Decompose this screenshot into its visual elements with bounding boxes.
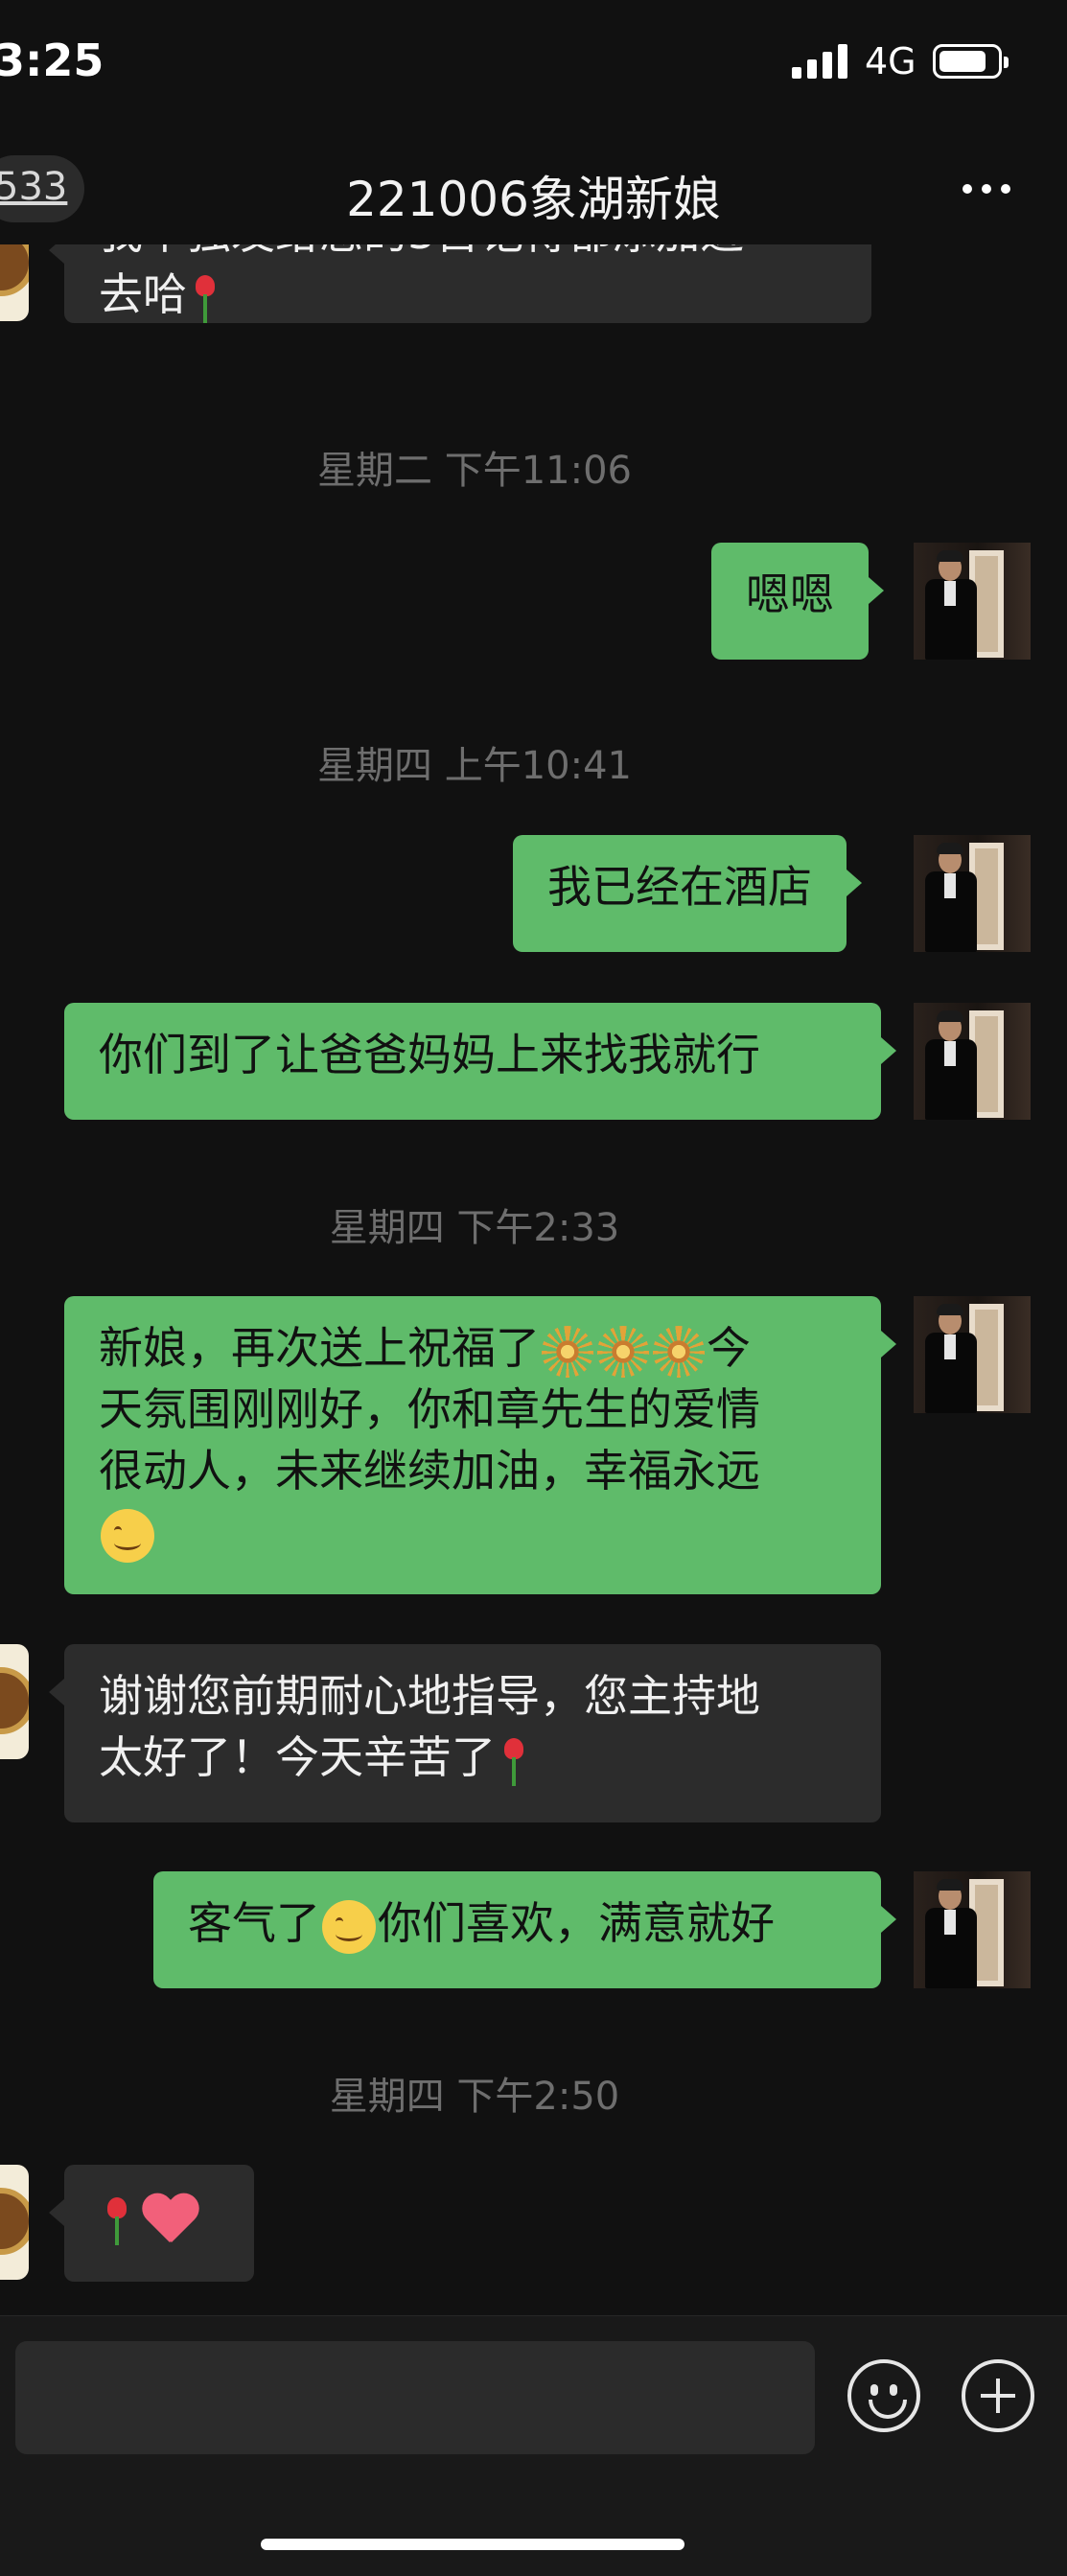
message-bubble-outgoing[interactable]: 嗯嗯 bbox=[711, 543, 884, 660]
message-text: 太好了！今天辛苦了 bbox=[99, 1731, 496, 1783]
firework-emoji bbox=[542, 1325, 593, 1378]
message-bubble-incoming[interactable]: 谢谢您前期耐心地指导，您主持地 太好了！今天辛苦了 bbox=[49, 1644, 881, 1822]
message-bubble-outgoing[interactable]: 我已经在酒店 bbox=[513, 835, 862, 952]
message-bubble-incoming[interactable]: 我单独发给您的3首记得都添加进 去哈 bbox=[49, 244, 871, 323]
firework-emoji bbox=[597, 1325, 649, 1378]
message-text: 我单独发给您的3首记得都添加进 bbox=[99, 244, 837, 264]
timestamp: 星期二 下午11:06 bbox=[317, 449, 632, 493]
timestamp: 星期四 下午2:33 bbox=[329, 1206, 620, 1250]
message-text: 你们喜欢，满意就好 bbox=[378, 1897, 775, 1949]
message-text: 很动人，未来继续加油，幸福永远 bbox=[99, 1445, 760, 1497]
rose-emoji bbox=[191, 273, 220, 323]
my-avatar[interactable] bbox=[914, 1871, 1031, 1988]
rose-emoji bbox=[499, 1736, 528, 1786]
message-bubble-incoming[interactable] bbox=[49, 2165, 254, 2282]
smile-emoji bbox=[322, 1899, 376, 1954]
message-input[interactable] bbox=[15, 2341, 815, 2454]
message-text: 嗯嗯 bbox=[746, 569, 834, 620]
message-text: 我已经在酒店 bbox=[547, 861, 812, 913]
message-text: 天氛围刚刚好，你和章先生的爱情 bbox=[99, 1383, 760, 1435]
more-icon[interactable] bbox=[959, 178, 1016, 197]
contact-avatar[interactable] bbox=[0, 244, 29, 321]
battery-icon bbox=[933, 44, 1009, 79]
message-bubble-outgoing[interactable]: 你们到了让爸爸妈妈上来找我就行 bbox=[64, 1003, 896, 1120]
home-indicator bbox=[261, 2539, 684, 2550]
my-avatar[interactable] bbox=[914, 543, 1031, 660]
chat-title: 221006象湖新娘 bbox=[346, 172, 721, 227]
smile-emoji bbox=[101, 1508, 154, 1563]
message-bubble-outgoing[interactable]: 新娘，再次送上祝福了 今 天氛围刚刚好，你和章先生的爱情 很动人，未来继续加油，幸… bbox=[64, 1296, 896, 1594]
emoji-icon[interactable] bbox=[847, 2359, 920, 2432]
rose-emoji bbox=[103, 2195, 131, 2245]
my-avatar[interactable] bbox=[914, 835, 1031, 952]
message-text: 你们到了让爸爸妈妈上来找我就行 bbox=[99, 1029, 760, 1080]
contact-avatar[interactable] bbox=[0, 1644, 29, 1759]
firework-emoji bbox=[653, 1325, 705, 1378]
plus-icon[interactable] bbox=[962, 2359, 1034, 2432]
status-time: 3:25 bbox=[0, 35, 104, 86]
contact-avatar[interactable] bbox=[0, 2165, 29, 2280]
message-text: 客气了 bbox=[188, 1897, 320, 1949]
message-text: 今 bbox=[707, 1322, 751, 1374]
message-list[interactable]: 我单独发给您的3首记得都添加进 去哈 星期二 下午11:06 嗯嗯 星期四 上午… bbox=[0, 244, 1067, 2315]
message-bubble-outgoing[interactable]: 客气了 你们喜欢，满意就好 bbox=[153, 1871, 896, 1988]
timestamp: 星期四 上午10:41 bbox=[317, 744, 632, 788]
message-text: 谢谢您前期耐心地指导，您主持地 bbox=[99, 1670, 760, 1722]
signal-icon bbox=[792, 42, 849, 79]
message-text: 新娘，再次送上祝福了 bbox=[99, 1322, 540, 1374]
message-text: 去哈 bbox=[99, 268, 187, 320]
my-avatar[interactable] bbox=[914, 1003, 1031, 1120]
heart-emoji bbox=[141, 2194, 198, 2246]
timestamp: 星期四 下午2:50 bbox=[329, 2075, 620, 2119]
network-type: 4G bbox=[865, 40, 916, 82]
my-avatar[interactable] bbox=[914, 1296, 1031, 1413]
